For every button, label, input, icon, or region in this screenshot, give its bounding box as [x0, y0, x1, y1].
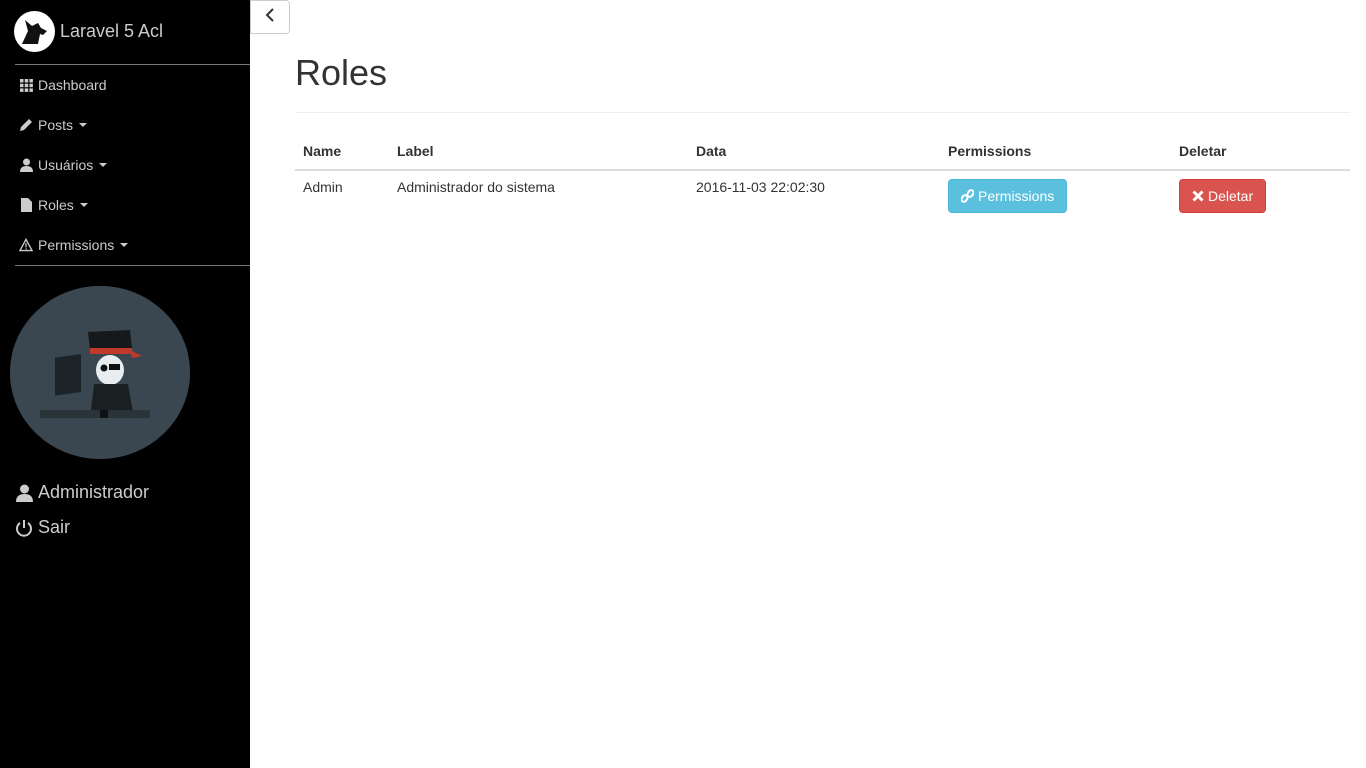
table-row: Admin Administrador do sistema 2016-11-0…	[295, 170, 1350, 222]
user-icon	[19, 158, 33, 172]
wolf-logo-icon	[14, 10, 55, 52]
page-title: Roles	[295, 52, 388, 93]
brand-title: Laravel 5 Acl	[60, 20, 164, 41]
sidebar-item-label: Posts	[38, 117, 74, 133]
roles-table: Name Label Data Permissions Deletar Admi…	[295, 138, 1350, 222]
close-icon	[1192, 190, 1204, 202]
cell-date: 2016-11-03 22:02:30	[696, 179, 825, 195]
column-header-permissions: Permissions	[940, 138, 1171, 171]
sidebar-toggle-button[interactable]	[250, 0, 290, 34]
logout-label: Sair	[38, 517, 71, 537]
sidebar: Laravel 5 Acl Dashboard Posts Usuários R…	[0, 0, 250, 768]
sidebar-item-label: Roles	[38, 197, 74, 213]
column-header-data: Data	[688, 138, 940, 171]
caret-down-icon	[79, 203, 88, 207]
delete-button[interactable]: Deletar	[1179, 179, 1267, 213]
sidebar-item-dashboard[interactable]: Dashboard	[0, 65, 250, 105]
table-header-row: Name Label Data Permissions Deletar	[295, 138, 1350, 171]
link-icon	[961, 189, 974, 203]
permissions-button-label: Permissions	[978, 188, 1055, 204]
file-icon	[19, 198, 33, 212]
cell-delete: Deletar	[1171, 170, 1350, 222]
sidebar-menu: Dashboard Posts Usuários Roles Permissio…	[0, 65, 250, 265]
cell-label: Administrador do sistema	[397, 179, 555, 195]
permissions-button[interactable]: Permissions	[948, 179, 1068, 213]
sidebar-item-label: Dashboard	[38, 77, 107, 93]
cell-name: Admin	[303, 179, 343, 195]
caret-down-icon	[79, 123, 88, 127]
sidebar-item-label: Usuários	[38, 157, 94, 173]
logout-link[interactable]: Sair	[15, 517, 70, 538]
caret-down-icon	[120, 243, 129, 247]
user-profile-link[interactable]: Administrador	[15, 482, 149, 503]
caret-down-icon	[99, 163, 108, 167]
grid-icon	[19, 78, 33, 92]
avatar	[10, 286, 190, 459]
column-header-name: Name	[295, 138, 389, 171]
cell-permissions: Permissions	[940, 170, 1171, 222]
brand-link[interactable]: Laravel 5 Acl	[14, 10, 163, 52]
sidebar-item-roles[interactable]: Roles	[0, 185, 250, 225]
chevron-left-icon	[265, 7, 275, 27]
sidebar-item-posts[interactable]: Posts	[0, 105, 250, 145]
user-name: Administrador	[38, 482, 150, 502]
sidebar-item-label: Permissions	[38, 237, 115, 253]
sidebar-divider-bottom	[15, 265, 250, 266]
user-icon	[15, 484, 33, 502]
sidebar-item-permissions[interactable]: Permissions	[0, 225, 250, 265]
column-header-deletar: Deletar	[1171, 138, 1350, 171]
column-header-label: Label	[389, 138, 688, 171]
power-icon	[15, 519, 33, 537]
page-divider	[295, 112, 1350, 113]
sidebar-item-usuarios[interactable]: Usuários	[0, 145, 250, 185]
delete-button-label: Deletar	[1208, 188, 1254, 204]
warning-icon	[19, 238, 33, 252]
pencil-icon	[19, 118, 33, 132]
